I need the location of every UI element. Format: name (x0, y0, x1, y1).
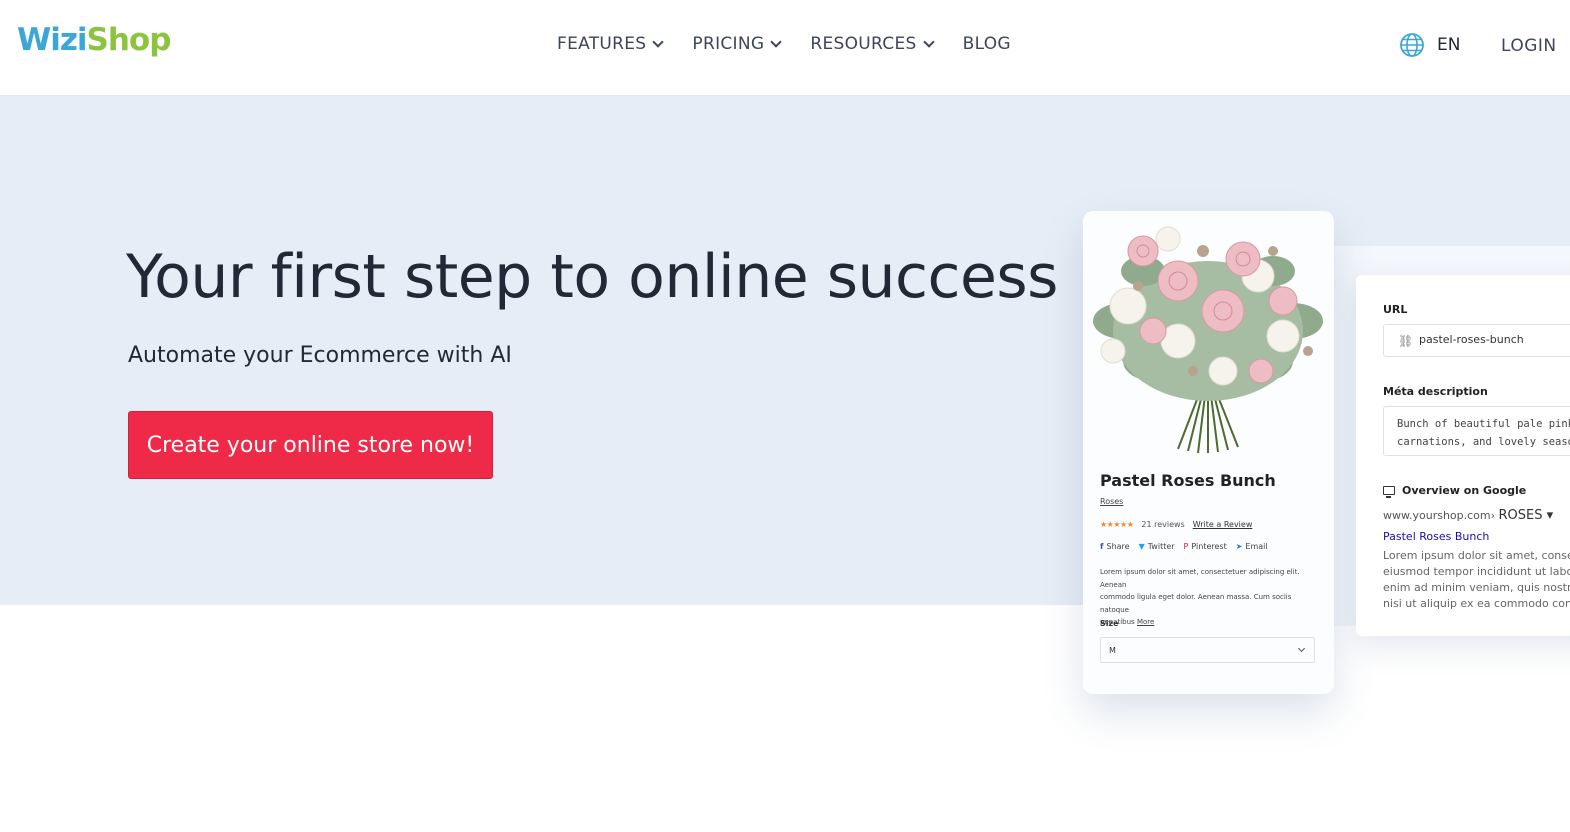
create-store-button[interactable]: Create your online store now! (128, 411, 493, 479)
url-label: URL (1383, 303, 1408, 316)
product-card-mockup: Pastel Roses Bunch Roses ★★★★★ 21 review… (1083, 211, 1334, 694)
share-pinterest-label: Pinterest (1191, 542, 1227, 551)
google-result-description: Lorem ipsum dolor sit amet, consectetu e… (1383, 548, 1570, 612)
hero-headline: Your first step to online success (126, 242, 1058, 312)
share-pinterest[interactable]: P Pinterest (1184, 542, 1227, 551)
share-email[interactable]: ➤ Email (1236, 542, 1268, 551)
product-title: Pastel Roses Bunch (1100, 471, 1276, 490)
hero-subheadline: Automate your Ecommerce with AI (128, 343, 512, 368)
site-header: WiziShop FEATURES PRICING RESOURCES BLOG… (0, 0, 1570, 96)
google-domain: www.yourshop.com› (1383, 509, 1496, 522)
meta-line-1: Bunch of beautiful pale pink rose (1397, 418, 1570, 430)
meta-description-field[interactable]: Bunch of beautiful pale pink rose carnat… (1383, 406, 1570, 456)
description-line-1: Lorem ipsum dolor sit amet, consectetuer… (1100, 568, 1300, 589)
flower-bouquet-image (1093, 226, 1323, 454)
share-twitter[interactable]: ▼ Twitter (1139, 542, 1175, 551)
wizishop-logo[interactable]: WiziShop (17, 22, 172, 58)
logo-wizi: Wizi (17, 22, 87, 58)
google-overview-label: Overview on Google (1402, 484, 1527, 497)
nav-pricing[interactable]: PRICING (692, 34, 783, 54)
nav-pricing-label: PRICING (692, 34, 765, 54)
google-breadcrumb: www.yourshop.com› ROSES ▾ (1383, 508, 1553, 523)
meta-line-2: carnations, and lovely seasonal f (1397, 436, 1570, 448)
product-description: Lorem ipsum dolor sit amet, consectetuer… (1100, 566, 1312, 629)
size-label: Size (1100, 619, 1119, 628)
size-select-value: M (1109, 646, 1116, 655)
size-select[interactable]: M (1100, 637, 1315, 663)
nav-resources-label: RESOURCES (810, 34, 917, 54)
seo-card-mockup: URL ⛓ pastel-roses-bunch Méta descriptio… (1356, 275, 1570, 636)
nav-resources[interactable]: RESOURCES (810, 34, 935, 54)
language-selector[interactable]: EN (1399, 32, 1460, 58)
url-field-value: pastel-roses-bunch (1419, 333, 1524, 346)
chevron-down-icon (770, 35, 783, 48)
google-desc-line-2: eiusmod tempor incididunt ut labore et (1383, 565, 1570, 578)
write-review-link[interactable]: Write a Review (1193, 520, 1253, 529)
product-rating: ★★★★★ 21 reviews Write a Review (1100, 520, 1252, 529)
product-category-link[interactable]: Roses (1100, 497, 1123, 506)
email-icon: ➤ (1235, 542, 1243, 551)
twitter-icon: ▼ (1138, 542, 1145, 551)
review-count: 21 reviews (1141, 520, 1185, 529)
google-desc-line-1: Lorem ipsum dolor sit amet, consectetu (1383, 549, 1570, 562)
nav-blog[interactable]: BLOG (963, 34, 1011, 54)
google-path: ROSES ▾ (1498, 508, 1554, 523)
google-desc-line-3: enim ad minim veniam, quis nostrud ex (1383, 581, 1570, 594)
description-line-2: commodo ligula eget dolor. Aenean massa.… (1100, 593, 1292, 614)
google-overview-heading: Overview on Google (1383, 484, 1527, 498)
google-desc-line-4: nisi ut aliquip ex ea commodo consequ (1383, 597, 1570, 610)
share-email-label: Email (1245, 542, 1268, 551)
monitor-icon (1383, 486, 1395, 498)
chevron-down-icon (1297, 644, 1306, 653)
main-nav: FEATURES PRICING RESOURCES BLOG (557, 34, 1011, 54)
login-link[interactable]: LOGIN (1501, 36, 1557, 56)
nav-features-label: FEATURES (557, 34, 647, 54)
pinterest-icon: P (1183, 542, 1189, 551)
url-field[interactable]: ⛓ pastel-roses-bunch (1383, 324, 1570, 357)
share-twitter-label: Twitter (1147, 542, 1175, 551)
share-facebook-label: Share (1106, 542, 1130, 551)
google-result-title: Pastel Roses Bunch (1383, 530, 1490, 543)
globe-icon (1400, 33, 1424, 57)
nav-features[interactable]: FEATURES (557, 34, 665, 54)
language-label: EN (1437, 35, 1461, 55)
share-facebook[interactable]: f Share (1100, 542, 1130, 551)
share-bar: f Share ▼ Twitter P Pinterest ➤ Email (1100, 542, 1268, 551)
star-rating-icon: ★★★★★ (1100, 520, 1134, 529)
meta-description-label: Méta description (1383, 385, 1488, 398)
nav-blog-label: BLOG (962, 34, 1011, 54)
logo-shop: Shop (86, 22, 172, 58)
link-icon: ⛓ (1398, 334, 1414, 348)
chevron-down-icon (652, 35, 665, 48)
more-link[interactable]: More (1137, 618, 1154, 626)
chevron-down-icon (922, 35, 935, 48)
facebook-icon: f (1100, 542, 1104, 551)
